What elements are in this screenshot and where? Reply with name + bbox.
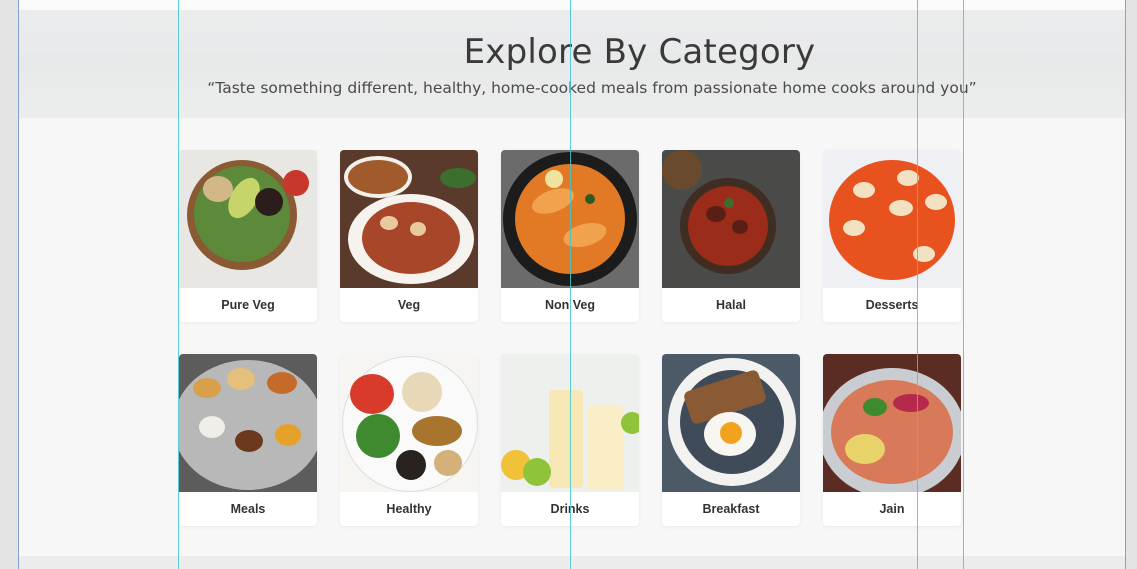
category-label: Jain: [879, 502, 905, 516]
layout-guide-line: [963, 0, 964, 569]
category-label: Breakfast: [702, 502, 760, 516]
egg-toast-image: [662, 354, 800, 492]
category-card-pure-veg[interactable]: Pure Veg: [179, 150, 317, 322]
healthy-plate-image: [340, 354, 478, 492]
category-label: Healthy: [386, 502, 432, 516]
category-card-halal[interactable]: Halal: [662, 150, 800, 322]
category-label: Desserts: [865, 298, 919, 312]
category-label: Halal: [716, 298, 746, 312]
category-card-jain[interactable]: Jain: [823, 354, 961, 526]
halwa-image: [823, 150, 961, 288]
layout-guide-line: [917, 0, 918, 569]
category-label: Meals: [230, 502, 266, 516]
category-card-meals[interactable]: Meals: [179, 354, 317, 526]
top-strip: [19, 0, 1125, 10]
bottom-strip: [19, 556, 1125, 569]
category-card-desserts[interactable]: Desserts: [823, 150, 961, 322]
category-card-breakfast[interactable]: Breakfast: [662, 354, 800, 526]
page-subtitle: “Taste something different, healthy, hom…: [207, 79, 977, 97]
meat-curry-image: [662, 150, 800, 288]
salad-bowl-image: [179, 150, 317, 288]
layout-guide-line: [178, 0, 179, 569]
paneer-curry-image: [340, 150, 478, 288]
category-label: Pure Veg: [221, 298, 275, 312]
category-label: Veg: [397, 298, 421, 312]
layout-guide-line: [570, 0, 571, 569]
page-title: Explore By Category: [463, 32, 816, 72]
noodle-salad-image: [823, 354, 961, 492]
category-hero: Explore By Category “Taste something dif…: [19, 10, 1125, 118]
category-card-veg[interactable]: Veg: [340, 150, 478, 322]
thali-image: [179, 354, 317, 492]
category-card-healthy[interactable]: Healthy: [340, 354, 478, 526]
page-container: Explore By Category “Taste something dif…: [18, 0, 1126, 569]
